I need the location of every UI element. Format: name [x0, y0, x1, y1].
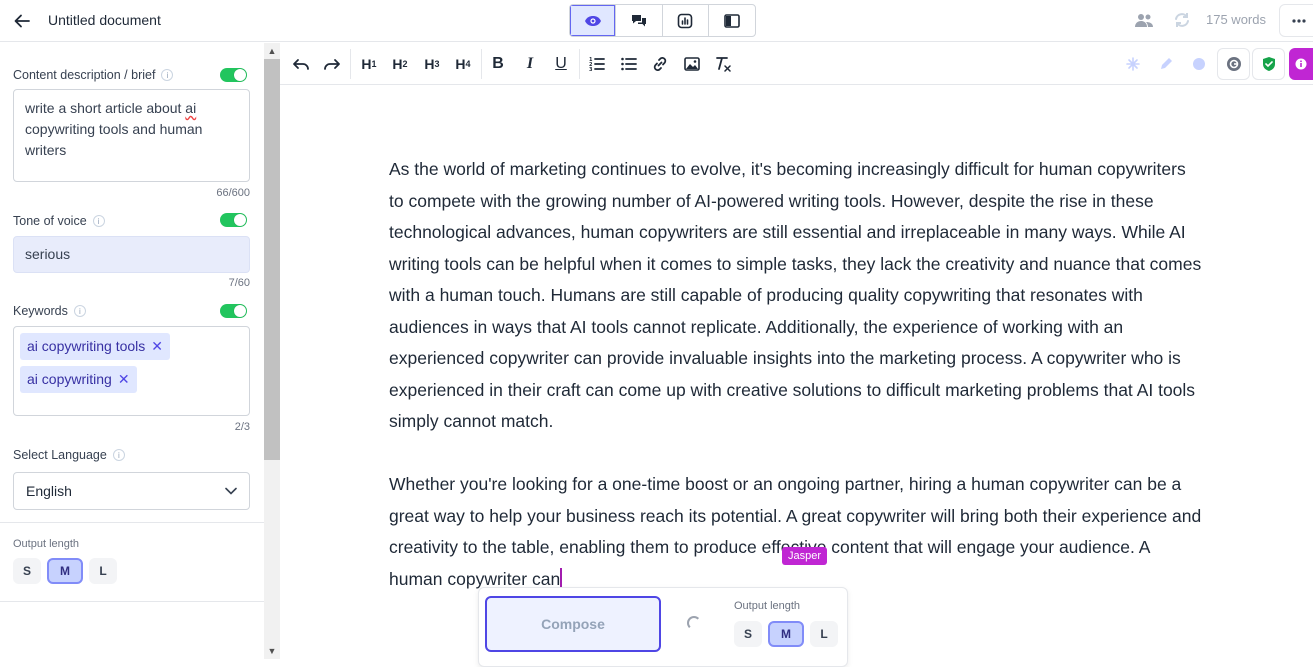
sidebar-icon[interactable] — [709, 5, 755, 36]
divider — [0, 522, 264, 523]
info-icon[interactable]: i — [112, 449, 125, 461]
info-icon[interactable]: i — [73, 305, 86, 317]
bold-button[interactable]: B — [486, 52, 510, 76]
more-options-button[interactable] — [1279, 4, 1313, 37]
misspelled-word: ai — [185, 100, 197, 116]
link-icon[interactable] — [648, 52, 672, 76]
scroll-down-icon[interactable]: ▼ — [264, 643, 280, 659]
tone-counter: 7/60 — [228, 277, 250, 289]
svg-text:3: 3 — [589, 67, 593, 72]
toolbar-separator — [481, 49, 482, 79]
heading-3-button[interactable]: H3 — [420, 52, 444, 76]
compose-button[interactable]: Compose — [485, 596, 661, 652]
word-count: 175 words — [1206, 12, 1266, 27]
pen-icon[interactable] — [1149, 48, 1182, 80]
language-label: Select Language i — [13, 448, 125, 462]
tone-input[interactable]: serious — [13, 236, 250, 273]
info-panel-icon[interactable] — [1289, 48, 1313, 80]
compose-length-l-button[interactable]: L — [810, 621, 838, 647]
loading-spinner-icon — [687, 616, 701, 630]
underline-button[interactable]: U — [549, 52, 573, 76]
scroll-up-icon[interactable]: ▲ — [264, 43, 280, 59]
remove-keyword-icon[interactable]: ✕ — [151, 336, 163, 357]
content-brief-textarea[interactable]: write a short article about ai copywriti… — [13, 89, 250, 182]
content-brief-toggle[interactable] — [220, 68, 247, 82]
paragraph[interactable]: Whether you're looking for a one-time bo… — [389, 469, 1204, 595]
redo-icon[interactable] — [320, 52, 344, 76]
output-length-label: Output length — [13, 538, 80, 550]
heading-1-button[interactable]: H1 — [357, 52, 381, 76]
panel-scrollbar[interactable]: ▲ ▼ — [264, 43, 280, 659]
eye-icon[interactable] — [570, 5, 617, 36]
info-icon[interactable]: i — [92, 215, 105, 227]
keywords-toggle[interactable] — [220, 304, 247, 318]
grammarly-icon[interactable] — [1217, 48, 1250, 80]
tone-toggle[interactable] — [220, 213, 247, 227]
scroll-thumb[interactable] — [264, 59, 280, 460]
text-cursor — [560, 567, 563, 588]
document-title[interactable]: Untitled document — [48, 12, 161, 28]
magic-icon[interactable] — [1116, 48, 1149, 80]
clear-format-icon[interactable] — [711, 52, 735, 76]
undo-icon[interactable] — [289, 52, 313, 76]
top-bar: Untitled document 175 words — [0, 0, 1313, 42]
compose-output-length-label: Output length — [734, 600, 801, 612]
shield-check-icon[interactable] — [1252, 48, 1285, 80]
chart-icon[interactable] — [663, 5, 709, 36]
compose-panel: Compose Output length S M L — [478, 587, 848, 667]
keywords-input[interactable]: ai copywriting tools ✕ ai copywriting ✕ — [13, 326, 250, 416]
content-brief-counter: 66/600 — [216, 187, 250, 199]
toolbar-right-tools — [1116, 48, 1313, 80]
heading-4-button[interactable]: H4 — [451, 52, 475, 76]
back-arrow-icon[interactable] — [10, 9, 34, 33]
keywords-label: Keywords i — [13, 304, 86, 318]
info-icon[interactable]: i — [161, 69, 174, 81]
editor-toolbar: H1 H2 H3 H4 B I U 123 — [280, 43, 1313, 85]
keyword-chip: ai copywriting ✕ — [20, 366, 137, 393]
chat-icon[interactable] — [616, 5, 663, 36]
length-l-button[interactable]: L — [89, 558, 117, 584]
paragraph[interactable]: As the world of marketing continues to e… — [389, 154, 1204, 438]
keyword-chip: ai copywriting tools ✕ — [20, 333, 171, 360]
language-select[interactable]: English — [13, 472, 250, 510]
compose-length-s-button[interactable]: S — [734, 621, 762, 647]
output-length-group: S M L — [13, 558, 117, 584]
length-m-button[interactable]: M — [47, 558, 83, 584]
jasper-cursor-tag: Jasper — [782, 547, 828, 565]
divider — [0, 601, 264, 602]
view-mode-switch — [569, 4, 756, 37]
numbered-list-icon[interactable]: 123 — [585, 52, 609, 76]
remove-keyword-icon[interactable]: ✕ — [118, 369, 130, 390]
content-brief-label: Content description / brief i — [13, 68, 174, 82]
length-s-button[interactable]: S — [13, 558, 41, 584]
image-icon[interactable] — [680, 52, 704, 76]
tone-label: Tone of voice i — [13, 214, 105, 228]
chevron-down-icon — [225, 487, 237, 495]
toolbar-separator — [579, 49, 580, 79]
italic-button[interactable]: I — [518, 52, 542, 76]
bullet-list-icon[interactable] — [617, 52, 641, 76]
users-icon[interactable] — [1134, 12, 1154, 33]
sync-icon[interactable] — [1173, 12, 1191, 33]
emoji-icon[interactable] — [1182, 48, 1215, 80]
document-editor[interactable]: As the world of marketing continues to e… — [280, 86, 1313, 659]
settings-panel: Content description / brief i write a sh… — [0, 43, 264, 659]
toolbar-separator — [350, 49, 351, 79]
heading-2-button[interactable]: H2 — [388, 52, 412, 76]
keywords-counter: 2/3 — [234, 421, 250, 433]
compose-output-length-group: S M L — [734, 621, 838, 647]
compose-length-m-button[interactable]: M — [768, 621, 804, 647]
